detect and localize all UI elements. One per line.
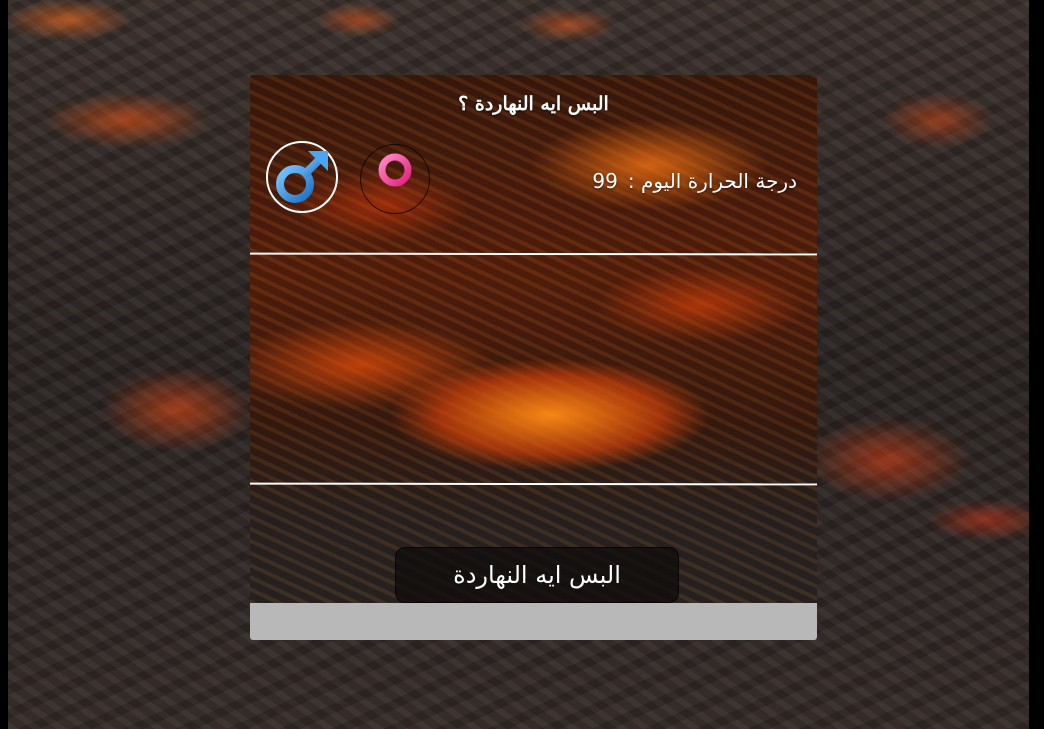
temperature-label: درجة الحرارة اليوم :: [627, 169, 797, 193]
female-symbol-icon: [378, 153, 412, 204]
female-button[interactable]: [360, 144, 430, 214]
bottom-divider: [250, 482, 817, 486]
footer-bar: [250, 603, 817, 640]
male-symbol-icon: [276, 151, 328, 203]
card-title: البس ايه النهاردة ؟: [458, 93, 609, 115]
outfit-card: البس ايه النهاردة ؟ درجة الحرارة اليوم:…: [250, 75, 817, 640]
top-divider: [250, 252, 817, 256]
male-button[interactable]: [266, 141, 338, 213]
what-to-wear-button[interactable]: البس ايه النهاردة: [395, 547, 679, 603]
temperature-value: 99: [592, 169, 618, 193]
temperature-readout: درجة الحرارة اليوم : 99: [592, 169, 797, 193]
